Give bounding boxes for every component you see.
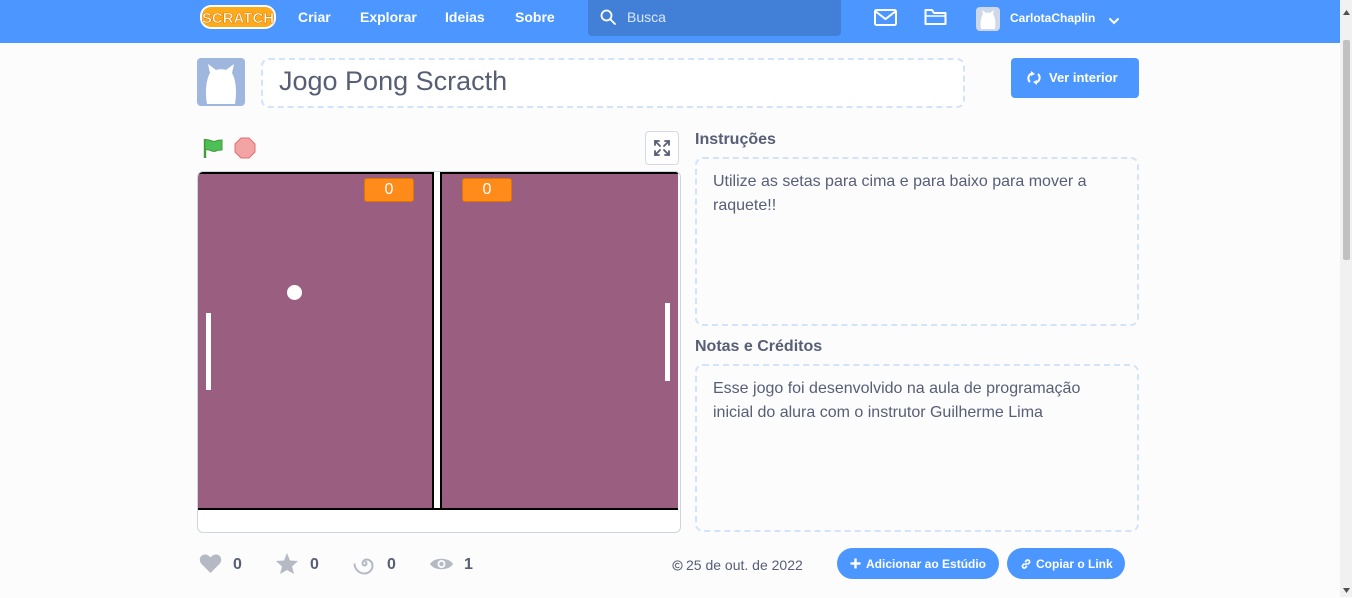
paddle-left <box>206 313 211 390</box>
heart-icon[interactable] <box>199 553 222 579</box>
search-placeholder: Busca <box>627 9 666 25</box>
search-icon <box>600 9 616 30</box>
shared-date: 25 de out. de 2022 <box>686 557 803 573</box>
copyright-icon <box>672 558 683 576</box>
stop-icon[interactable] <box>234 137 256 164</box>
nav-ideas[interactable]: Ideias <box>445 9 485 25</box>
project-thumbnail <box>197 58 245 106</box>
green-flag-icon[interactable] <box>202 137 224 164</box>
score-left: 0 <box>364 178 414 202</box>
search-input[interactable] <box>588 0 841 36</box>
pong-ball <box>287 285 302 300</box>
notes-line: inicial do alura com o instrutor Guilher… <box>713 404 1043 421</box>
favorite-count: 0 <box>310 556 319 573</box>
notes-text: Esse jogo foi desenvolvido na aula de pr… <box>713 377 1080 425</box>
instructions-heading: Instruções <box>695 131 776 148</box>
eye-icon <box>429 556 454 577</box>
view-count: 1 <box>464 556 473 573</box>
fullscreen-button[interactable] <box>645 131 679 165</box>
remix-count: 0 <box>387 556 396 573</box>
remix-arrows-icon <box>1027 71 1041 88</box>
fullscreen-icon <box>654 140 670 161</box>
nav-about[interactable]: Sobre <box>515 9 555 25</box>
instructions-line: raquete!! <box>713 197 777 214</box>
love-count: 0 <box>233 556 242 573</box>
nav-create[interactable]: Criar <box>298 9 331 25</box>
pong-net <box>432 172 442 508</box>
user-name[interactable]: CarlotaChaplin <box>1010 11 1095 25</box>
avatar[interactable] <box>976 7 1000 31</box>
score-right: 0 <box>462 178 512 202</box>
mail-icon[interactable] <box>874 9 897 31</box>
see-inside-button[interactable]: Ver interior <box>1011 58 1139 98</box>
scroll-down-arrow-icon[interactable] <box>1343 580 1350 598</box>
instructions-line: Utilize as setas para cima e para baixo … <box>713 173 1087 190</box>
see-inside-label: Ver interior <box>1049 70 1118 85</box>
scrollbar-thumb[interactable] <box>1343 40 1350 260</box>
paddle-right <box>665 303 670 381</box>
project-stage[interactable]: 0 0 <box>197 171 681 533</box>
copy-link-label: Copiar o Link <box>1036 557 1113 571</box>
notes-line: Esse jogo foi desenvolvido na aula de pr… <box>713 380 1081 397</box>
nav-explore[interactable]: Explorar <box>360 9 417 25</box>
instructions-text: Utilize as setas para cima e para baixo … <box>713 170 1087 218</box>
copy-link-button[interactable]: Copiar o Link <box>1007 548 1125 579</box>
notes-heading: Notas e Créditos <box>695 338 823 355</box>
add-to-studio-label: Adicionar ao Estúdio <box>866 557 987 571</box>
chevron-down-icon[interactable] <box>1108 13 1120 31</box>
svg-text:SCRATCH: SCRATCH <box>202 10 274 27</box>
scratch-logo[interactable]: SCRATCH <box>199 2 277 32</box>
plus-icon <box>850 558 861 572</box>
scroll-up-arrow-icon[interactable] <box>1343 2 1350 20</box>
add-to-studio-button[interactable]: Adicionar ao Estúdio <box>837 548 999 579</box>
folder-icon[interactable] <box>924 8 947 31</box>
remix-spiral-icon <box>353 552 376 580</box>
link-icon <box>1020 558 1032 573</box>
project-title: Jogo Pong Scracth <box>279 66 508 96</box>
star-icon[interactable] <box>275 552 299 580</box>
